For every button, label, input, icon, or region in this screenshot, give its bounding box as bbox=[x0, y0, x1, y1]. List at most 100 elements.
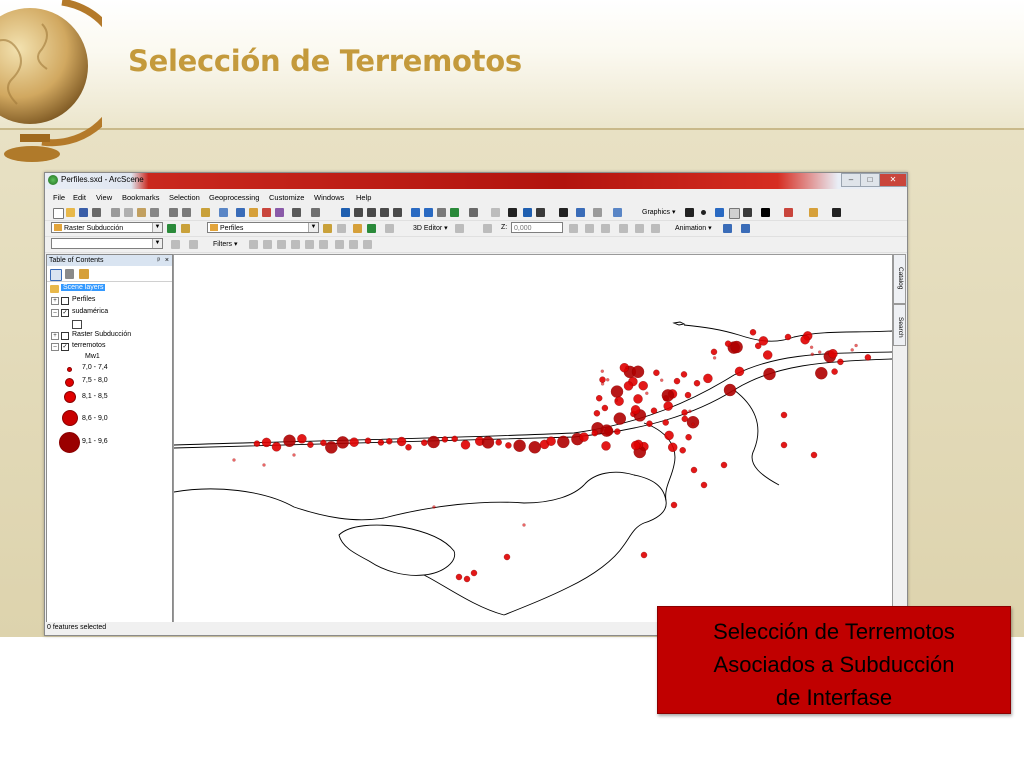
chevron-down-icon[interactable]: ▼ bbox=[308, 223, 318, 232]
earthquake-point[interactable] bbox=[734, 366, 745, 377]
earthquake-point[interactable] bbox=[800, 334, 810, 345]
earthquake-point[interactable] bbox=[623, 381, 634, 391]
earthquake-point[interactable] bbox=[606, 378, 610, 382]
polygon-graphic-icon[interactable] bbox=[729, 208, 740, 219]
menu-geoprocessing[interactable]: Geoprocessing bbox=[209, 193, 259, 202]
center-target-icon[interactable] bbox=[367, 208, 376, 217]
toc-layer-raster-subduccion[interactable]: Raster Subducción bbox=[72, 331, 131, 338]
earthquake-point[interactable] bbox=[810, 352, 814, 357]
earthquake-point[interactable] bbox=[809, 345, 814, 350]
earthquake-point[interactable] bbox=[610, 385, 624, 398]
menu-bookmarks[interactable]: Bookmarks bbox=[122, 193, 160, 202]
earthquake-point[interactable] bbox=[700, 481, 708, 489]
clear-selection-icon[interactable] bbox=[491, 208, 500, 217]
list-by-visibility-icon[interactable] bbox=[79, 269, 89, 279]
sketch-tool-icon[interactable] bbox=[483, 224, 492, 233]
earthquake-point[interactable] bbox=[292, 453, 296, 457]
earthquake-point[interactable] bbox=[670, 501, 678, 509]
earthquake-point[interactable] bbox=[522, 523, 526, 527]
rotate-tool-icon[interactable] bbox=[601, 224, 610, 233]
tool-dropdown-icon[interactable] bbox=[311, 208, 320, 217]
model-builder-icon[interactable] bbox=[292, 208, 301, 217]
earthquake-point[interactable] bbox=[557, 435, 570, 449]
earthquake-point[interactable] bbox=[684, 391, 692, 399]
earthquake-point[interactable] bbox=[662, 419, 669, 426]
earthquake-layer[interactable] bbox=[232, 329, 872, 583]
earthquake-point[interactable] bbox=[686, 415, 700, 429]
earthquake-point[interactable] bbox=[749, 329, 757, 336]
catalog-tab[interactable]: Catalog bbox=[893, 254, 906, 304]
close-button[interactable]: ✕ bbox=[879, 173, 907, 187]
select-elements-icon[interactable] bbox=[508, 208, 517, 217]
earthquake-point[interactable] bbox=[831, 368, 838, 375]
font-color-icon[interactable] bbox=[832, 208, 841, 217]
earthquake-point[interactable] bbox=[421, 439, 428, 446]
earthquake-point[interactable] bbox=[441, 436, 449, 443]
create-features-icon[interactable] bbox=[651, 224, 660, 233]
earthquake-point[interactable] bbox=[680, 371, 688, 378]
earthquake-point[interactable] bbox=[723, 383, 737, 397]
earthquake-point[interactable] bbox=[818, 350, 822, 354]
menu-windows[interactable]: Windows bbox=[314, 193, 344, 202]
earthquake-point[interactable] bbox=[631, 440, 641, 451]
checkbox-terremotos[interactable]: ✓ bbox=[61, 343, 69, 351]
earthquake-point[interactable] bbox=[396, 436, 407, 447]
legend-symbol-8-1[interactable] bbox=[64, 391, 76, 403]
menu-customize[interactable]: Customize bbox=[269, 193, 304, 202]
earthquake-point[interactable] bbox=[660, 378, 664, 382]
earthquake-point[interactable] bbox=[320, 439, 327, 447]
earthquake-point[interactable] bbox=[596, 394, 603, 402]
earthquake-point[interactable] bbox=[600, 382, 605, 386]
undo-icon[interactable] bbox=[169, 208, 178, 217]
layer-combo[interactable]: Raster Subducción ▼ bbox=[51, 222, 163, 233]
earthquake-point[interactable] bbox=[261, 437, 272, 448]
earthquake-point[interactable] bbox=[854, 343, 858, 348]
earthquake-point[interactable] bbox=[630, 405, 641, 415]
redo-icon[interactable] bbox=[182, 208, 191, 217]
earthquake-point[interactable] bbox=[837, 358, 844, 366]
python-window-icon[interactable] bbox=[275, 208, 284, 217]
earthquake-point[interactable] bbox=[693, 379, 701, 387]
chevron-down-icon[interactable]: ▼ bbox=[152, 223, 162, 232]
earthquake-point[interactable] bbox=[663, 401, 673, 411]
scene-properties-icon[interactable] bbox=[219, 208, 228, 217]
earthquake-point[interactable] bbox=[513, 439, 526, 452]
list-by-source-icon[interactable] bbox=[65, 269, 74, 279]
edit-tool-icon[interactable] bbox=[455, 224, 464, 233]
sudamerica-symbol[interactable] bbox=[72, 320, 82, 329]
animation-menu[interactable]: Animation ▾ bbox=[675, 224, 712, 232]
minimize-button[interactable]: – bbox=[841, 173, 861, 187]
scene-map-svg[interactable] bbox=[174, 255, 892, 622]
full-extent-icon[interactable] bbox=[450, 208, 459, 217]
earthquake-point[interactable] bbox=[815, 366, 828, 380]
earthquake-point[interactable] bbox=[377, 439, 385, 446]
marker-color-icon[interactable] bbox=[761, 208, 770, 217]
earthquake-point[interactable] bbox=[640, 551, 648, 559]
earthquake-point[interactable] bbox=[828, 348, 838, 359]
split-tool-icon[interactable] bbox=[569, 224, 578, 233]
earthquake-point[interactable] bbox=[646, 420, 653, 427]
filter-tool-1-icon[interactable] bbox=[249, 240, 258, 249]
fly-icon[interactable] bbox=[354, 208, 363, 217]
earthquake-point[interactable] bbox=[780, 411, 788, 419]
pin-icon[interactable]: ᵖ bbox=[157, 255, 160, 266]
paste-icon[interactable] bbox=[137, 208, 146, 217]
delete-icon[interactable] bbox=[150, 208, 159, 217]
toc-root-scene-layers[interactable]: Scene layers bbox=[61, 284, 106, 291]
earthquake-point[interactable] bbox=[614, 398, 618, 402]
earthquake-point[interactable] bbox=[601, 441, 611, 451]
earthquake-point[interactable] bbox=[864, 354, 872, 361]
earthquake-point[interactable] bbox=[405, 444, 412, 451]
filter-tool-5-icon[interactable] bbox=[305, 240, 314, 249]
earthquake-point[interactable] bbox=[710, 348, 718, 356]
earthquake-point[interactable] bbox=[232, 458, 236, 462]
filter-tool-6-icon[interactable] bbox=[319, 240, 328, 249]
open-folder-icon[interactable] bbox=[66, 208, 75, 217]
earthquake-point[interactable] bbox=[638, 380, 648, 391]
set-observer-icon[interactable] bbox=[393, 208, 402, 217]
earthquake-point[interactable] bbox=[763, 350, 773, 360]
line-color-icon[interactable] bbox=[784, 208, 793, 217]
window-layout-icon[interactable] bbox=[236, 208, 245, 217]
earthquake-point[interactable] bbox=[763, 367, 776, 381]
earthquake-point[interactable] bbox=[625, 365, 629, 370]
